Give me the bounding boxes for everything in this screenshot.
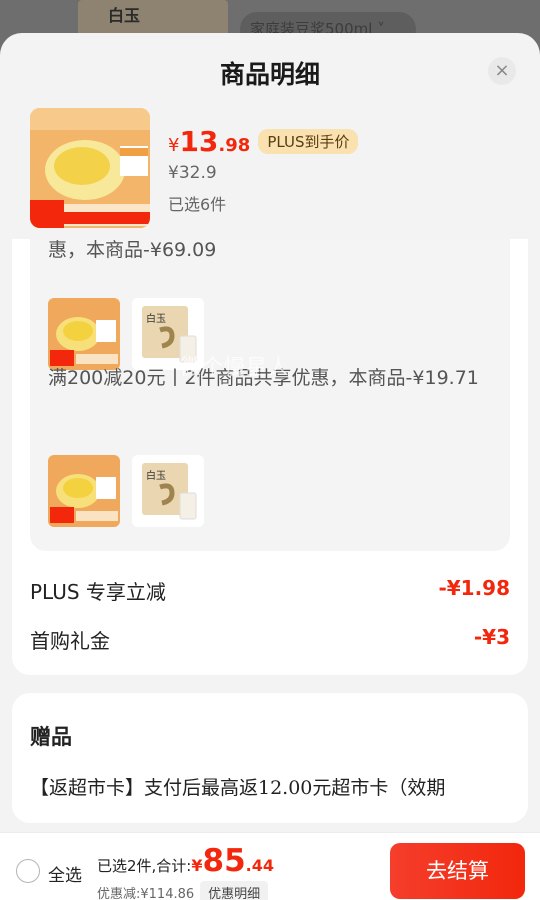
- discount-summary: 优惠减:¥114.86 优惠明细: [97, 881, 269, 900]
- plus-discount-row: PLUS 专享立减 -¥1.98: [30, 576, 510, 606]
- price-currency: ¥: [168, 135, 180, 156]
- selected-count: 已选6件: [168, 195, 227, 214]
- total-currency: ¥: [191, 856, 203, 875]
- total-label: 已选2件,合计:: [97, 857, 192, 875]
- plus-discount-label: PLUS 专享立减: [30, 580, 166, 604]
- sheet-title: 商品明细: [219, 60, 320, 89]
- promo-product-image-bun[interactable]: [48, 298, 120, 370]
- original-price: ¥32.9: [168, 163, 217, 183]
- detail-sheet: 商品明细 × 满199享6.5折，最高减1000元丨2件商品共享优惠，本商品-¥…: [0, 33, 540, 900]
- background-brand: 白玉: [108, 6, 141, 25]
- discount-total-text: 优惠减:¥114.86: [97, 887, 195, 900]
- plus-price-badge: PLUS到手价: [258, 129, 359, 154]
- discount-card: 满199享6.5折，最高减1000元丨2件商品共享优惠，本商品-¥69.09 白…: [12, 183, 528, 675]
- svg-text:白玉: 白玉: [146, 469, 166, 482]
- first-purchase-row: 首购礼金 -¥3: [30, 625, 510, 655]
- checkout-bar: 全选 已选2件,合计: ¥ 85 .44 优惠减:¥114.86 优惠明细 去结…: [0, 832, 540, 900]
- promo-product-image-bun-2[interactable]: [48, 455, 120, 527]
- product-header: ¥ 13 .98 PLUS到手价 ¥32.9 已选6件: [0, 103, 540, 239]
- price-integer: 13: [179, 125, 219, 158]
- total-decimal: .44: [245, 856, 274, 875]
- first-purchase-label: 首购礼金: [30, 629, 110, 653]
- plus-discount-value: -¥1.98: [438, 576, 510, 600]
- close-button[interactable]: ×: [488, 57, 516, 85]
- close-icon: ×: [494, 60, 510, 81]
- watermark-text: 微个慢星人: [180, 355, 290, 379]
- gift-description: 【返超市卡】支付后最高返12.00元超市卡（效期: [30, 777, 446, 799]
- gift-card: 赠品 【返超市卡】支付后最高返12.00元超市卡（效期: [12, 693, 528, 823]
- svg-text:白玉: 白玉: [146, 312, 166, 325]
- gift-title: 赠品: [30, 724, 72, 749]
- first-purchase-value: -¥3: [473, 625, 510, 649]
- price-decimal: .98: [218, 135, 251, 156]
- select-all-radio[interactable]: [16, 859, 40, 883]
- checkout-button[interactable]: 去结算: [390, 843, 525, 899]
- total-summary: 已选2件,合计: ¥ 85 .44: [97, 843, 274, 879]
- select-all-label[interactable]: 全选: [48, 861, 82, 886]
- discount-detail-button[interactable]: 优惠明细: [200, 881, 269, 900]
- promo-product-image-soymilk-2[interactable]: 白玉: [132, 455, 204, 527]
- total-integer: 85: [202, 843, 246, 879]
- product-price: ¥ 13 .98 PLUS到手价: [168, 125, 359, 158]
- product-thumbnail[interactable]: [30, 108, 150, 228]
